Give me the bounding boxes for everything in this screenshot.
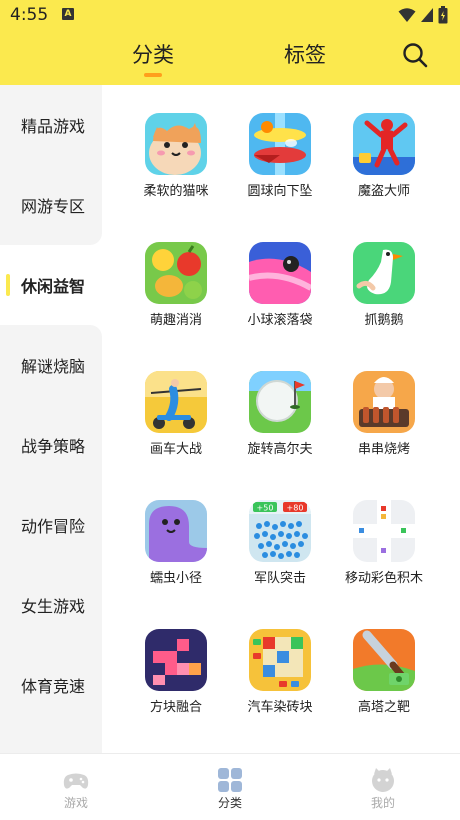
search-icon[interactable] [400, 40, 430, 70]
tab-tags[interactable]: 标签 [284, 39, 326, 69]
sidebar-item-label: 动作冒险 [21, 517, 86, 536]
game-name: 魔盗大师 [357, 184, 410, 199]
signal-icon [421, 8, 433, 22]
sidebar-item-label: 精品游戏 [21, 117, 86, 136]
sidebar-item-label: 战争策略 [21, 437, 86, 456]
game-item[interactable]: 圆球向下坠 [228, 113, 332, 217]
app-notification-icon: A [62, 8, 74, 20]
nav-label: 分类 [217, 796, 242, 810]
grid-icon [218, 768, 242, 792]
status-bar: 4:55 A [0, 0, 460, 30]
sidebar-item-label: 休闲益智 [21, 277, 86, 296]
ball-pocket-icon [249, 242, 311, 304]
game-name: 抓鹅鹅 [364, 313, 404, 328]
car-bricks-icon [249, 629, 311, 691]
game-item[interactable]: +50 +80 军队突击 [228, 500, 332, 604]
army-plus-50-label: +50 [257, 504, 274, 513]
nav-label: 游戏 [63, 796, 88, 810]
nav-category[interactable]: 分类 [180, 754, 280, 820]
sidebar-item-label: 解谜烧脑 [21, 357, 86, 376]
game-item[interactable]: 汽车染砖块 [228, 629, 332, 733]
sidebar-item-premium[interactable]: 精品游戏 [0, 85, 102, 165]
worm-icon [145, 500, 207, 562]
sidebar-item-label: 体育竞速 [21, 677, 86, 696]
fruit-match-icon [145, 242, 207, 304]
sidebar-item-puzzle[interactable]: 解谜烧脑 [0, 325, 102, 405]
golf-icon [249, 371, 311, 433]
wifi-icon [398, 8, 416, 22]
game-item[interactable]: 移动彩色积木 [332, 500, 436, 604]
category-sidebar: 精品游戏 网游专区 休闲益智 解谜烧脑 战争策略 动作冒险 女生游戏 体育竞速 [0, 85, 102, 753]
block-merge-icon [145, 629, 207, 691]
nav-label: 我的 [370, 796, 395, 810]
header: 分类 标签 [0, 30, 460, 85]
game-item[interactable]: 柔软的猫咪 [124, 113, 228, 217]
game-name: 方块融合 [149, 700, 202, 715]
sidebar-item-online[interactable]: 网游专区 [0, 165, 102, 245]
face-icon [372, 768, 394, 792]
game-name: 小球滚落袋 [247, 313, 313, 328]
status-icons [398, 6, 448, 24]
game-name: 蠕虫小径 [149, 571, 202, 586]
game-name: 柔软的猫咪 [143, 184, 209, 199]
game-name: 旋转高尔夫 [247, 442, 313, 457]
game-name: 圆球向下坠 [247, 184, 313, 199]
army-plus-80-label: +80 [287, 504, 304, 513]
knife-target-icon [353, 629, 415, 691]
sidebar-item-strategy[interactable]: 战争策略 [0, 405, 102, 485]
army-icon: +50 +80 [249, 500, 311, 562]
bottom-nav: 游戏 分类 我的 [0, 753, 460, 820]
cat-icon [145, 113, 207, 175]
sidebar-item-label: 网游专区 [21, 197, 86, 216]
draw-car-icon [145, 371, 207, 433]
tab-category[interactable]: 分类 [132, 39, 174, 69]
status-time: 4:55 [10, 5, 49, 25]
top-bar: 4:55 A 分类 标签 [0, 0, 460, 85]
game-name: 画车大战 [149, 442, 202, 457]
game-name: 萌趣消消 [149, 313, 202, 328]
game-name: 移动彩色积木 [344, 571, 423, 586]
game-name: 汽车染砖块 [247, 700, 313, 715]
sidebar-item-girls[interactable]: 女生游戏 [0, 565, 102, 645]
game-item[interactable]: 蠕虫小径 [124, 500, 228, 604]
game-item[interactable]: 小球滚落袋 [228, 242, 332, 346]
game-item[interactable]: 魔盗大师 [332, 113, 436, 217]
game-item[interactable]: 串串烧烤 [332, 371, 436, 475]
color-blocks-icon [353, 500, 415, 562]
game-item[interactable]: 萌趣消消 [124, 242, 228, 346]
sidebar-item-action[interactable]: 动作冒险 [0, 485, 102, 565]
game-name: 串串烧烤 [357, 442, 410, 457]
game-grid: 柔软的猫咪 圆球向下坠 魔盗大师 萌趣消消 小球滚落袋 抓鹅鹅 画车大战 旋转高… [102, 85, 460, 753]
nav-games[interactable]: 游戏 [26, 754, 126, 820]
tab-active-indicator [144, 73, 162, 77]
game-item[interactable]: 画车大战 [124, 371, 228, 475]
game-item[interactable]: 抓鹅鹅 [332, 242, 436, 346]
red-thief-icon [353, 113, 415, 175]
bbq-icon [353, 371, 415, 433]
game-item[interactable]: 方块融合 [124, 629, 228, 733]
game-item[interactable]: 高塔之靶 [332, 629, 436, 733]
sidebar-item-sports[interactable]: 体育竞速 [0, 645, 102, 725]
nav-mine[interactable]: 我的 [333, 754, 433, 820]
game-name: 军队突击 [253, 571, 306, 586]
goose-icon [353, 242, 415, 304]
helix-ball-icon [249, 113, 311, 175]
game-item[interactable]: 旋转高尔夫 [228, 371, 332, 475]
battery-icon [438, 6, 448, 24]
game-name: 高塔之靶 [357, 700, 410, 715]
sidebar-item-label: 女生游戏 [21, 597, 86, 616]
gamepad-icon [63, 773, 89, 789]
active-indicator [6, 274, 10, 296]
sidebar-item-casual[interactable]: 休闲益智 [0, 245, 102, 325]
